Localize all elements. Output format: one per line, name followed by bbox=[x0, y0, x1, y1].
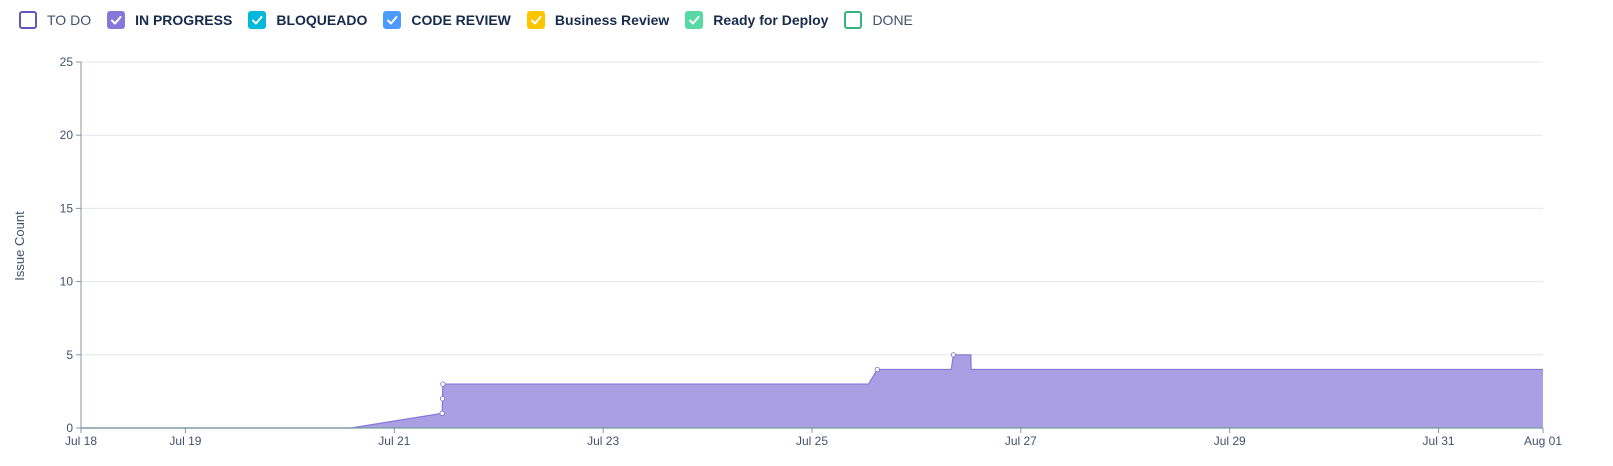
y-tick-label: 15 bbox=[60, 201, 74, 215]
x-tick-label: Jul 18 bbox=[65, 434, 97, 448]
data-point bbox=[439, 410, 445, 416]
data-point bbox=[950, 352, 957, 358]
y-tick-label: 0 bbox=[66, 421, 73, 435]
data-point bbox=[874, 366, 880, 373]
y-axis-ticks: 0 5 10 15 20 25 bbox=[60, 55, 81, 435]
data-point bbox=[440, 381, 446, 387]
series-area-in-progress bbox=[81, 354, 1543, 428]
x-axis-ticks: Jul 18 Jul 19 Jul 21 Jul 23 Jul 25 Jul 27 Jul … bbox=[65, 428, 1562, 448]
y-axis-label: Issue Count bbox=[12, 211, 27, 281]
x-tick-label: Jul 19 bbox=[169, 434, 201, 448]
data-point bbox=[439, 396, 446, 402]
y-tick-label: 20 bbox=[60, 128, 74, 142]
x-tick-label: Jul 21 bbox=[378, 434, 410, 448]
y-tick-label: 5 bbox=[66, 348, 73, 362]
x-tick-label: Jul 23 bbox=[587, 434, 619, 448]
y-tick-label: 10 bbox=[60, 275, 74, 289]
y-tick-label: 25 bbox=[60, 55, 74, 69]
cumulative-flow-chart: 0 5 10 15 20 25 Jul 18 Jul 19 Jul 21 Jul 23 Jul 2… bbox=[12, 55, 1562, 448]
x-tick-label: Jul 29 bbox=[1214, 434, 1246, 448]
x-tick-label: Jul 31 bbox=[1423, 434, 1455, 448]
x-tick-label: Aug 01 bbox=[1524, 434, 1562, 448]
x-tick-label: Jul 25 bbox=[796, 434, 828, 448]
x-tick-label: Jul 27 bbox=[1005, 434, 1037, 448]
grid-lines bbox=[81, 61, 1543, 356]
series-layer bbox=[81, 352, 1543, 429]
